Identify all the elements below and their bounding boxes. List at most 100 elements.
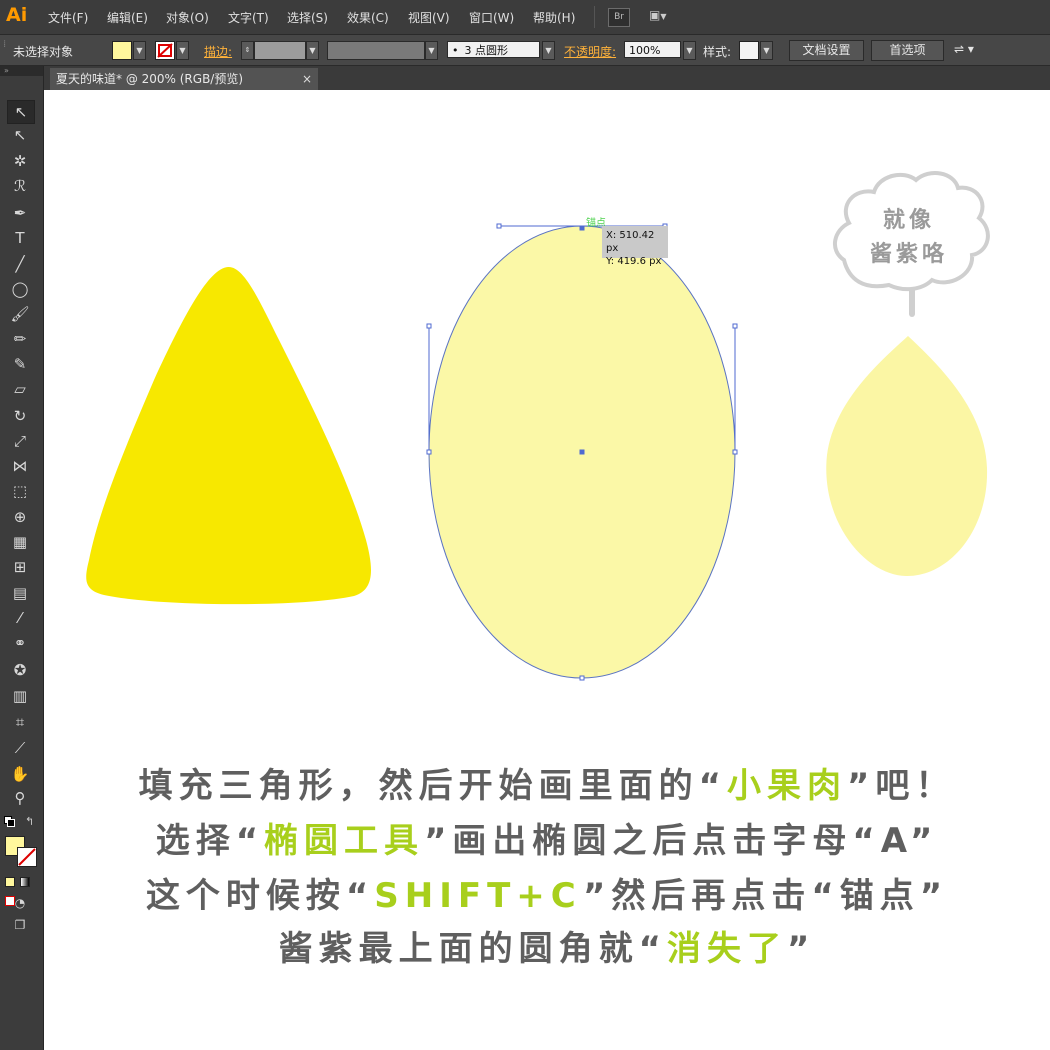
chevron-down-icon: ▼ (660, 12, 667, 21)
grip-icon: ⁞ (3, 39, 7, 50)
no-stroke-icon (18, 848, 36, 866)
brush-dropdown[interactable]: ▼ (542, 41, 555, 60)
free-transform-tool-icon[interactable]: ⬚ (7, 480, 33, 502)
zoom-tool-icon[interactable]: ⚲ (7, 787, 33, 809)
swap-colors-icon[interactable]: ↰ (25, 815, 34, 828)
variable-width-dropdown[interactable]: ▼ (425, 41, 438, 60)
bubble-line-1: 就像 (882, 208, 935, 233)
caption-highlight: 椭圆工具 (264, 821, 425, 861)
menu-window[interactable]: 窗口(W) (469, 9, 514, 26)
opacity-dropdown[interactable]: ▼ (683, 41, 696, 60)
screen-mode-icon[interactable]: ❐ (7, 914, 33, 936)
document-tab-bar: 夏天的味道* @ 200% (RGB/预览) × (44, 66, 1050, 90)
blend-tool-icon[interactable]: ⚭ (7, 632, 33, 654)
stroke-label[interactable]: 描边: (204, 43, 232, 60)
fill-dropdown[interactable]: ▼ (133, 41, 146, 60)
caption-highlight: SHIFT+C (374, 876, 583, 916)
close-icon[interactable]: × (302, 68, 312, 90)
document-setup-button[interactable]: 文档设置 (789, 40, 864, 61)
artboard-tool-icon[interactable]: ⌗ (7, 711, 33, 733)
caption-text: ”吧！ (847, 766, 956, 806)
coord-x: X: 510.42 px (606, 230, 655, 254)
artboard[interactable]: 锚点 X: 510.42 px Y: 419.6 px 就像 酱紫咯 填充三角形… (44, 90, 1050, 1050)
menu-bar: Ai 文件(F) 编辑(E) 对象(O) 文字(T) 选择(S) 效果(C) 视… (0, 0, 1050, 35)
pencil-tool-icon[interactable]: ✏ (7, 328, 33, 350)
scale-tool-icon[interactable]: ⤢ (7, 430, 33, 452)
stroke-swatch[interactable] (155, 41, 175, 60)
menu-object[interactable]: 对象(O) (166, 9, 209, 26)
coordinate-tooltip: X: 510.42 px Y: 419.6 px (602, 226, 668, 267)
stroke-weight-stepper[interactable]: ⇕ (241, 41, 254, 60)
selection-tool-icon[interactable]: ↖ (7, 100, 35, 124)
document-title: 夏天的味道* @ 200% (RGB/预览) (56, 72, 244, 86)
direct-selection-tool-icon[interactable]: ↖ (7, 124, 33, 146)
yellow-triangle[interactable] (86, 266, 371, 605)
arrange-icon[interactable]: ⇌ ▾ (954, 42, 974, 56)
mesh-tool-icon[interactable]: ⊞ (7, 556, 33, 578)
app-logo: Ai (6, 4, 28, 26)
menu-view[interactable]: 视图(V) (408, 9, 450, 26)
stroke-dropdown[interactable]: ▼ (176, 41, 189, 60)
caption-line-1: 填充三角形，然后开始画里面的“小果肉”吧！ (44, 758, 1050, 807)
document-tab[interactable]: 夏天的味道* @ 200% (RGB/预览) × (50, 68, 318, 90)
color-mode-buttons[interactable] (5, 872, 35, 906)
default-colors-icon[interactable] (4, 816, 15, 827)
bubble-text: 就像 酱紫咯 (849, 204, 969, 272)
perspective-grid-tool-icon[interactable]: ▦ (7, 531, 33, 553)
line-tool-icon[interactable]: ╱ (7, 253, 33, 275)
slice-tool-icon[interactable]: ⟋ (7, 737, 33, 759)
workspace-icon: ▣ (649, 8, 661, 22)
no-stroke-icon (157, 43, 173, 58)
shape-builder-tool-icon[interactable]: ⊕ (7, 506, 33, 528)
caption-highlight: 小果肉 (727, 766, 847, 806)
lasso-tool-icon[interactable]: ℛ (7, 175, 33, 197)
workspace-switcher[interactable]: ▣▼ (649, 8, 677, 25)
preferences-button[interactable]: 首选项 (871, 40, 944, 61)
paintbrush-tool-icon[interactable]: 🖌 (7, 303, 33, 325)
caption-text: ”然后再点击“锚点” (583, 876, 949, 916)
panel-collapse-icon[interactable]: » (0, 66, 43, 76)
symbol-sprayer-tool-icon[interactable]: ✪ (7, 659, 33, 681)
menu-edit[interactable]: 编辑(E) (107, 9, 148, 26)
blob-brush-tool-icon[interactable]: ✎ (7, 353, 33, 375)
opacity-field[interactable]: 100% (624, 41, 681, 58)
eraser-tool-icon[interactable]: ▱ (7, 378, 33, 400)
type-tool-icon[interactable]: T (7, 227, 33, 249)
caption-highlight: 消失了 (667, 929, 787, 969)
pen-tool-icon[interactable]: ✒ (7, 202, 33, 224)
stroke-weight-field[interactable] (254, 41, 306, 60)
style-label: 样式: (703, 45, 732, 59)
drawing-mode-icon[interactable]: ◔ (7, 892, 33, 914)
gradient-tool-icon[interactable]: ▤ (7, 582, 33, 604)
stroke-color-box[interactable] (17, 847, 37, 867)
fill-swatch[interactable] (112, 41, 132, 60)
variable-width-field[interactable] (327, 41, 425, 60)
brush-field[interactable]: • 3 点圆形 (447, 41, 540, 58)
graph-tool-icon[interactable]: ▥ (7, 685, 33, 707)
menu-help[interactable]: 帮助(H) (533, 9, 575, 26)
width-tool-icon[interactable]: ⋈ (7, 455, 33, 477)
caption-text: 酱紫最上面的圆角就“ (278, 929, 667, 969)
tools-panel: » ↖ ↖ ✲ ℛ ✒ T ╱ ◯ 🖌 ✏ ✎ ▱ ↻ ⤢ ⋈ ⬚ ⊕ ▦ ⊞ … (0, 66, 44, 1050)
bridge-button[interactable]: Br (608, 8, 630, 27)
caption-text: ”画出椭圆之后点击字母“A” (424, 821, 939, 861)
coord-y: Y: 419.6 px (606, 256, 662, 267)
caption-text: 选择“ (155, 821, 265, 861)
caption-line-3: 这个时候按“SHIFT+C”然后再点击“锚点” (44, 868, 1050, 917)
menu-file[interactable]: 文件(F) (48, 9, 88, 26)
rotate-tool-icon[interactable]: ↻ (7, 405, 33, 427)
menu-effect[interactable]: 效果(C) (347, 9, 389, 26)
caption-text: ” (787, 929, 816, 969)
menu-type[interactable]: 文字(T) (228, 9, 269, 26)
menu-select[interactable]: 选择(S) (287, 9, 328, 26)
ellipse-tool-icon[interactable]: ◯ (7, 278, 33, 300)
petal-shape[interactable] (826, 336, 988, 577)
eyedropper-tool-icon[interactable]: ⁄ (7, 607, 33, 629)
magic-wand-tool-icon[interactable]: ✲ (7, 150, 33, 172)
opacity-label[interactable]: 不透明度: (564, 43, 616, 60)
style-dropdown[interactable]: ▼ (760, 41, 773, 60)
hand-tool-icon[interactable]: ✋ (7, 763, 33, 785)
menu-separator (594, 6, 595, 28)
stroke-weight-dropdown[interactable]: ▼ (306, 41, 319, 60)
style-swatch[interactable] (739, 41, 759, 60)
